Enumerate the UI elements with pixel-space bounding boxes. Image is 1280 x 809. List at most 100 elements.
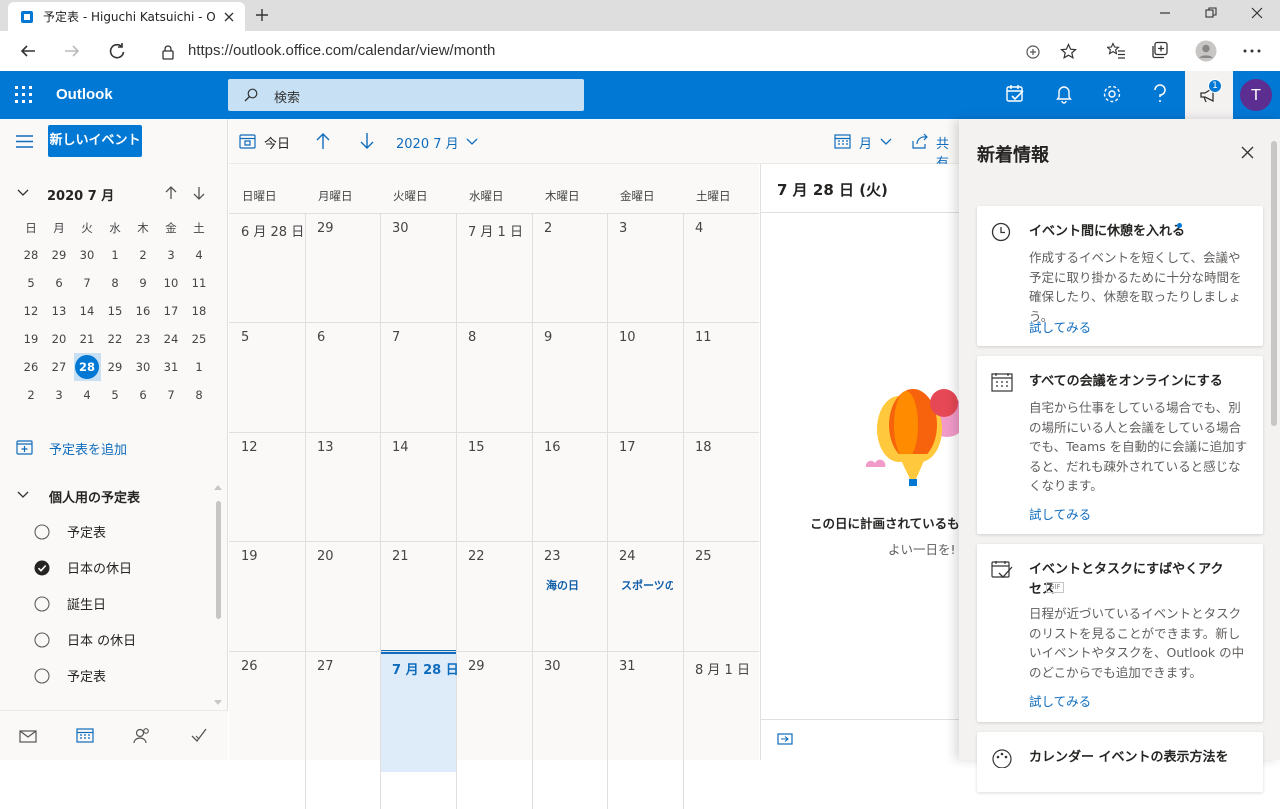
mail-icon[interactable] bbox=[19, 730, 37, 743]
notifications-bell-icon[interactable] bbox=[1055, 83, 1073, 105]
scroll-up-arrow-icon[interactable] bbox=[214, 485, 222, 490]
restore-icon[interactable] bbox=[1204, 6, 1218, 20]
mini-day[interactable]: 28 bbox=[17, 248, 45, 262]
browser-tab[interactable]: 予定表 - Higuchi Katsuichi - Outlook bbox=[8, 2, 245, 31]
mini-day[interactable]: 3 bbox=[45, 388, 73, 402]
mini-day[interactable]: 22 bbox=[101, 332, 129, 346]
mini-day[interactable]: 1 bbox=[185, 360, 213, 374]
mini-day[interactable]: 8 bbox=[185, 388, 213, 402]
calendar-group-title[interactable]: 個人用の予定表 bbox=[49, 487, 140, 506]
month-dropdown-chevron-icon[interactable] bbox=[466, 138, 478, 146]
collapse-chevron-icon[interactable] bbox=[17, 189, 29, 197]
mini-day[interactable]: 18 bbox=[185, 304, 213, 318]
sidebar-scrollbar[interactable] bbox=[216, 501, 221, 619]
mini-day[interactable]: 17 bbox=[157, 304, 185, 318]
mini-day[interactable]: 5 bbox=[17, 276, 45, 290]
unchecked-circle-icon[interactable] bbox=[34, 523, 50, 540]
mini-day[interactable]: 26 bbox=[17, 360, 45, 374]
mini-day[interactable]: 30 bbox=[129, 360, 157, 374]
settings-gear-icon[interactable] bbox=[1102, 83, 1122, 105]
help-icon[interactable] bbox=[1153, 83, 1167, 105]
close-window-icon[interactable] bbox=[1250, 6, 1264, 20]
today-button[interactable]: 今日 bbox=[264, 133, 290, 152]
mini-day[interactable]: 10 bbox=[157, 276, 185, 290]
mini-day[interactable]: 29 bbox=[45, 248, 73, 262]
mini-day[interactable]: 25 bbox=[185, 332, 213, 346]
try-it-link[interactable]: 試してみる bbox=[1029, 317, 1091, 336]
checked-circle-icon[interactable] bbox=[34, 560, 50, 576]
people-icon[interactable] bbox=[133, 727, 151, 744]
close-tab-icon[interactable] bbox=[223, 11, 235, 23]
mini-day[interactable]: 29 bbox=[101, 360, 129, 374]
address-bar[interactable]: https://outlook.office.com/calendar/view… bbox=[145, 36, 1090, 66]
calendar-item[interactable]: 予定表 bbox=[17, 522, 106, 541]
mini-day[interactable]: 9 bbox=[129, 276, 157, 290]
next-month-arrow-icon[interactable] bbox=[359, 132, 375, 150]
mini-day[interactable]: 13 bbox=[45, 304, 73, 318]
mini-day[interactable]: 7 bbox=[73, 276, 101, 290]
expand-pane-icon[interactable] bbox=[777, 733, 793, 745]
avatar[interactable]: T bbox=[1240, 79, 1272, 111]
mini-next-arrow-icon[interactable] bbox=[193, 186, 205, 200]
today-calendar-icon[interactable] bbox=[239, 133, 256, 149]
forward-icon[interactable] bbox=[63, 42, 81, 60]
mini-day[interactable]: 30 bbox=[73, 248, 101, 262]
todo-check-icon[interactable] bbox=[190, 727, 208, 743]
more-menu-icon[interactable] bbox=[1243, 49, 1261, 53]
back-icon[interactable] bbox=[19, 42, 37, 60]
calendar-item[interactable]: 日本の休日 bbox=[17, 558, 132, 577]
try-it-link[interactable]: 試してみる bbox=[1029, 504, 1091, 523]
calendar-item[interactable]: 予定表 bbox=[17, 666, 106, 685]
mini-prev-arrow-icon[interactable] bbox=[165, 186, 177, 200]
mini-day[interactable]: 8 bbox=[101, 276, 129, 290]
add-calendar-link[interactable]: 予定表を追加 bbox=[49, 439, 127, 458]
whats-new-button[interactable] bbox=[1185, 71, 1233, 119]
calendar-event[interactable]: スポーツの日 bbox=[621, 577, 673, 593]
mini-calendar-month[interactable]: 2020 7 月 bbox=[47, 185, 114, 204]
calendar-module-icon[interactable] bbox=[76, 727, 94, 743]
calendar-item[interactable]: 誕生日 bbox=[17, 594, 106, 613]
try-it-link[interactable]: 試してみる bbox=[1029, 691, 1091, 710]
mini-day[interactable]: 24 bbox=[157, 332, 185, 346]
mini-day[interactable]: 11 bbox=[185, 276, 213, 290]
previous-month-arrow-icon[interactable] bbox=[315, 132, 331, 150]
share-icon[interactable] bbox=[912, 133, 928, 149]
app-launcher-icon[interactable] bbox=[15, 86, 33, 104]
new-event-button[interactable]: 新しいイベント bbox=[48, 125, 142, 157]
mini-day[interactable]: 21 bbox=[73, 332, 101, 346]
app-name[interactable]: Outlook bbox=[56, 86, 113, 103]
mini-day[interactable]: 12 bbox=[17, 304, 45, 318]
mini-day[interactable]: 31 bbox=[157, 360, 185, 374]
close-panel-icon[interactable] bbox=[1241, 146, 1254, 159]
my-day-icon[interactable] bbox=[1005, 83, 1025, 105]
mini-day[interactable]: 6 bbox=[45, 276, 73, 290]
mini-day[interactable]: 16 bbox=[129, 304, 157, 318]
search-box[interactable]: 検索 bbox=[228, 79, 584, 111]
mini-day-today[interactable]: 28 bbox=[75, 355, 99, 379]
mini-day[interactable]: 20 bbox=[45, 332, 73, 346]
add-calendar-icon[interactable] bbox=[16, 439, 33, 455]
panel-scrollbar[interactable] bbox=[1271, 141, 1277, 426]
unchecked-circle-icon[interactable] bbox=[34, 667, 50, 684]
view-dropdown-chevron-icon[interactable] bbox=[880, 138, 892, 146]
month-picker[interactable]: 2020 7 月 bbox=[396, 133, 459, 152]
scroll-down-arrow-icon[interactable] bbox=[214, 700, 222, 705]
mini-day[interactable]: 27 bbox=[45, 360, 73, 374]
unchecked-circle-icon[interactable] bbox=[34, 631, 50, 648]
unchecked-circle-icon[interactable] bbox=[34, 595, 50, 612]
refresh-icon[interactable] bbox=[107, 41, 127, 61]
mini-day[interactable]: 19 bbox=[17, 332, 45, 346]
profile-icon[interactable] bbox=[1195, 40, 1217, 62]
mini-day[interactable]: 2 bbox=[129, 248, 157, 262]
new-tab-icon[interactable] bbox=[254, 7, 270, 23]
favorites-icon[interactable] bbox=[1107, 42, 1126, 60]
mini-day[interactable]: 15 bbox=[101, 304, 129, 318]
calendar-event[interactable]: 海の日 bbox=[546, 577, 598, 593]
group-chevron-icon[interactable] bbox=[17, 491, 29, 499]
mini-day[interactable]: 2 bbox=[17, 388, 45, 402]
calendar-item[interactable]: 日本 の休日 bbox=[17, 630, 136, 649]
favorite-star-icon[interactable] bbox=[1060, 43, 1077, 60]
collections-icon[interactable] bbox=[1151, 41, 1169, 59]
add-extension-icon[interactable] bbox=[1025, 44, 1041, 60]
mini-day[interactable]: 3 bbox=[157, 248, 185, 262]
